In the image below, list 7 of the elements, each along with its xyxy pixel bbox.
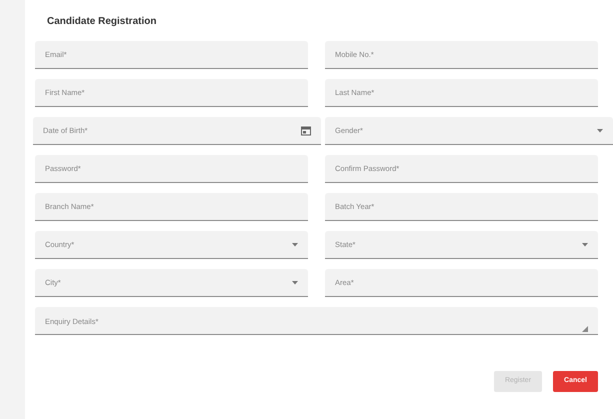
form-title: Candidate Registration	[47, 15, 158, 29]
dropdown-caret-icon[interactable]	[292, 243, 298, 247]
dropdown-caret-icon[interactable]	[582, 243, 588, 247]
dropdown-caret-icon[interactable]	[292, 281, 298, 285]
dropdown-caret-icon[interactable]	[597, 129, 603, 133]
resize-handle-icon[interactable]	[582, 326, 588, 332]
calendar-icon[interactable]	[301, 126, 311, 136]
